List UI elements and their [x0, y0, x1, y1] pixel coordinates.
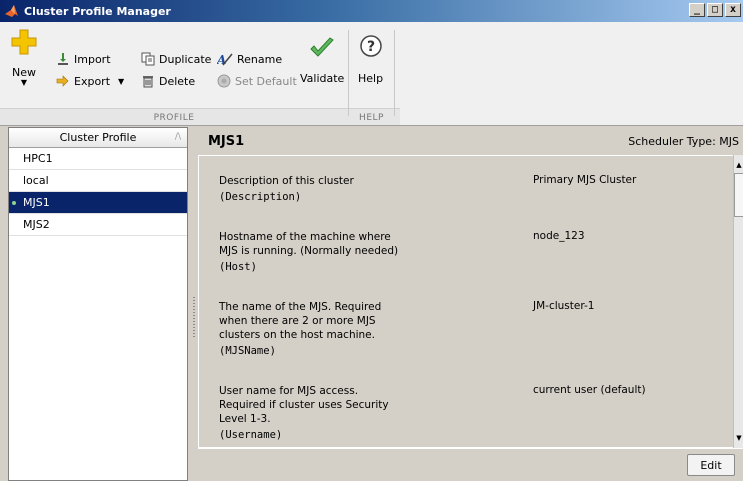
svg-text:?: ?	[366, 39, 374, 55]
panel-splitter[interactable]	[192, 127, 196, 481]
column-header[interactable]: Cluster Profile /\	[9, 128, 187, 148]
property-key: (Host)	[219, 261, 257, 273]
section-label-help: HELP	[349, 111, 394, 125]
property-value[interactable]: Primary MJS Cluster	[533, 174, 636, 186]
property-value[interactable]: JM-cluster-1	[533, 300, 594, 312]
matlab-icon	[5, 5, 18, 17]
section-divider	[394, 30, 395, 116]
section-label-profile: PROFILE	[0, 111, 348, 125]
property-host: Hostname of the machine where MJS is run…	[219, 230, 399, 274]
property-desc: Hostname of the machine where MJS is run…	[219, 231, 399, 257]
profile-item-mjs1[interactable]: MJS1	[9, 192, 187, 214]
section-divider	[348, 30, 349, 116]
checkmark-icon	[310, 37, 334, 57]
sort-icon: /\	[174, 132, 181, 142]
minimize-button[interactable]: _	[689, 3, 705, 17]
property-description: Description of this cluster (Description…	[219, 174, 399, 204]
set-default-label: Set Default	[235, 74, 297, 88]
profile-item-label: MJS2	[23, 218, 50, 231]
export-icon	[56, 75, 69, 87]
property-value[interactable]: node_123	[533, 230, 585, 242]
column-header-label: Cluster Profile	[59, 131, 137, 144]
chevron-down-icon: ▼	[118, 76, 125, 86]
profile-item-label: HPC1	[23, 152, 53, 165]
properties-panel: Description of this cluster (Description…	[198, 155, 733, 448]
property-desc: The name of the MJS. Required when there…	[219, 301, 382, 341]
scroll-down-icon[interactable]: ▼	[734, 432, 743, 444]
new-button[interactable]: New ▼	[10, 28, 38, 87]
trash-icon	[143, 76, 153, 88]
profile-item-local[interactable]: local	[9, 170, 187, 192]
profile-item-label: local	[23, 174, 49, 187]
profile-name: MJS1	[208, 134, 245, 149]
property-desc: User name for MJS access. Required if cl…	[219, 385, 389, 425]
property-username: User name for MJS access. Required if cl…	[219, 384, 399, 442]
import-label: Import	[74, 52, 111, 66]
property-value[interactable]: current user (default)	[533, 384, 646, 396]
duplicate-button[interactable]: Duplicate	[141, 52, 211, 66]
help-button[interactable]: ? Help	[358, 34, 383, 85]
import-icon	[58, 53, 68, 65]
delete-label: Delete	[159, 74, 196, 88]
property-key: (MJSName)	[219, 345, 276, 357]
delete-button[interactable]: Delete	[141, 74, 195, 88]
window-title: Cluster Profile Manager	[24, 4, 171, 18]
rename-icon: A	[217, 53, 233, 66]
toolstrip: New ▼ Import Export ▼ Duplicate Delete A…	[0, 22, 743, 126]
svg-text:A: A	[217, 53, 226, 66]
profile-item-hpc1[interactable]: HPC1	[9, 148, 187, 170]
rename-button[interactable]: A Rename	[217, 52, 283, 67]
property-mjsname: The name of the MJS. Required when there…	[219, 300, 399, 358]
chevron-down-icon: ▼	[20, 78, 28, 87]
property-desc: Description of this cluster	[219, 175, 354, 187]
scroll-thumb[interactable]	[734, 173, 743, 217]
validate-label: Validate	[300, 72, 345, 85]
set-default-button[interactable]: Set Default	[217, 74, 297, 88]
import-button[interactable]: Import	[56, 52, 111, 66]
title-bar: Cluster Profile Manager _ □ x	[0, 0, 743, 22]
details-header: MJS1 Scheduler Type: MJS	[198, 127, 743, 155]
profile-item-mjs2[interactable]: MJS2	[9, 214, 187, 236]
plus-icon	[11, 29, 37, 55]
edit-button[interactable]: Edit	[687, 454, 735, 476]
profile-list: Cluster Profile /\ HPC1 local MJS1 MJS2	[8, 127, 188, 481]
set-default-icon	[217, 74, 231, 88]
help-label: Help	[358, 72, 384, 85]
close-button[interactable]: x	[725, 3, 741, 17]
maximize-button[interactable]: □	[707, 3, 723, 17]
duplicate-label: Duplicate	[159, 52, 212, 66]
validate-button[interactable]: Validate	[300, 36, 344, 85]
help-icon: ?	[359, 35, 382, 57]
default-marker-icon	[12, 201, 16, 205]
duplicate-icon	[141, 52, 155, 66]
details-footer: Edit	[198, 448, 743, 481]
property-key: (Username)	[219, 429, 283, 441]
property-key: (Description)	[219, 191, 302, 203]
rename-label: Rename	[237, 52, 283, 66]
scheduler-type: Scheduler Type: MJS	[628, 135, 739, 148]
profile-item-label: MJS1	[23, 196, 50, 209]
export-label: Export	[74, 74, 111, 88]
vertical-scrollbar[interactable]: ▲ ▼	[733, 155, 743, 448]
splitter-grip-icon	[193, 297, 195, 337]
export-button[interactable]: Export ▼	[56, 74, 124, 88]
scroll-up-icon[interactable]: ▲	[734, 159, 743, 171]
